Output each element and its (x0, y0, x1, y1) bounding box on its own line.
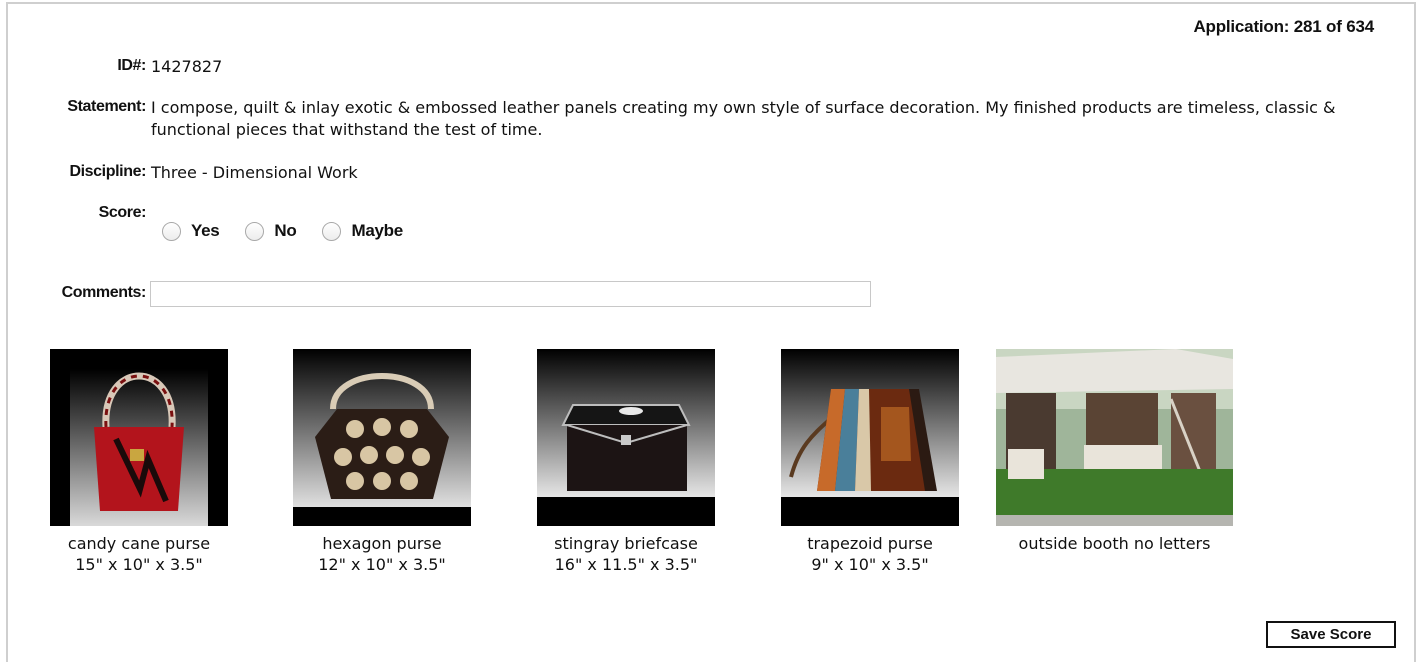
trapezoid-purse-image[interactable] (781, 349, 959, 526)
image-item-hexagon-purse[interactable]: hexagon purse 12" x 10" x 3.5" (293, 349, 471, 575)
image-title: hexagon purse (322, 534, 442, 553)
image-item-outside-booth[interactable]: outside booth no letters (996, 349, 1233, 554)
comments-label: Comments: (61, 284, 147, 301)
score-yes-option[interactable]: Yes (162, 221, 220, 241)
image-item-stingray-briefcase[interactable]: stingray briefcase 16" x 11.5" x 3.5" (537, 349, 715, 575)
score-radio-group: Yes No Maybe (162, 221, 429, 241)
image-dimensions: 9" x 10" x 3.5" (811, 555, 929, 574)
id-label: ID#: (117, 57, 146, 74)
statement-label: Statement: (67, 98, 146, 115)
image-dimensions: 15" x 10" x 3.5" (75, 555, 203, 574)
score-maybe-option[interactable]: Maybe (322, 221, 403, 241)
comments-input[interactable] (150, 281, 871, 307)
score-no-option[interactable]: No (245, 221, 297, 241)
score-maybe-radio[interactable] (322, 221, 342, 241)
candy-cane-purse-image[interactable] (50, 349, 228, 526)
image-dimensions: 16" x 11.5" x 3.5" (554, 555, 698, 574)
score-yes-radio[interactable] (162, 221, 181, 241)
image-title: candy cane purse (67, 534, 211, 553)
image-item-candy-cane-purse[interactable]: candy cane purse 15" x 10" x 3.5" (50, 349, 228, 575)
application-counter: Application: 281 of 634 (1193, 17, 1374, 36)
image-title: stingray briefcase (554, 534, 698, 553)
stingray-briefcase-image[interactable] (537, 349, 715, 526)
image-dimensions: 12" x 10" x 3.5" (318, 555, 446, 574)
discipline-value: Three - Dimensional Work (151, 163, 358, 182)
hexagon-purse-image[interactable] (293, 349, 471, 526)
save-score-button[interactable]: Save Score (1266, 621, 1396, 648)
statement-value: I compose, quilt & inlay exotic & emboss… (151, 98, 1336, 139)
outside-booth-image[interactable] (996, 349, 1233, 526)
score-label: Score: (98, 204, 147, 221)
discipline-label: Discipline: (69, 163, 146, 180)
id-value: 1427827 (151, 57, 223, 76)
image-item-trapezoid-purse[interactable]: trapezoid purse 9" x 10" x 3.5" (781, 349, 959, 575)
image-title: outside booth no letters (1018, 534, 1211, 553)
score-yes-label[interactable]: Yes (191, 221, 220, 241)
image-title: trapezoid purse (807, 534, 933, 553)
score-no-label[interactable]: No (274, 221, 296, 241)
score-maybe-label[interactable]: Maybe (351, 221, 403, 241)
score-no-radio[interactable] (245, 221, 265, 241)
